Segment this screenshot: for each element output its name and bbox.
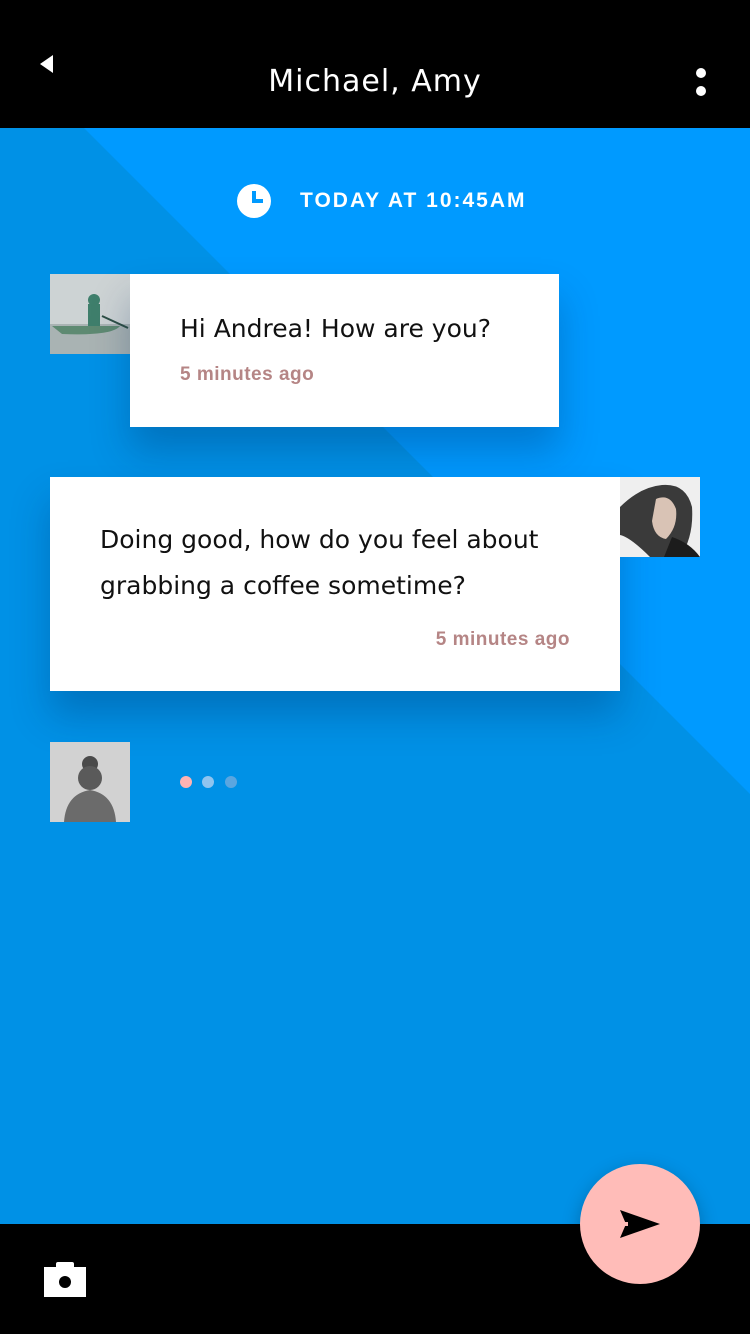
chat-area[interactable]: TODAY AT 10:45AM Hi Andrea! How are you?… xyxy=(0,128,750,1224)
message-time: 5 minutes ago xyxy=(435,629,570,650)
timestamp-row: TODAY AT 10:45AM xyxy=(0,184,750,218)
avatar-woman-long-hair[interactable] xyxy=(620,477,700,557)
top-bar: Michael, Amy xyxy=(0,0,750,128)
message-text-line-2: grabbing a coffee sometime? xyxy=(100,571,466,600)
avatar-man-in-canoe[interactable] xyxy=(50,274,130,354)
message-text: Hi Andrea! How are you? xyxy=(180,314,491,343)
timestamp-label: TODAY AT 10:45AM xyxy=(300,189,527,212)
conversation-title: Michael, Amy xyxy=(268,64,482,99)
message-time: 5 minutes ago xyxy=(180,364,315,385)
typing-dot xyxy=(180,776,192,788)
send-button[interactable] xyxy=(580,1164,700,1284)
avatar-woman-back-view[interactable] xyxy=(50,742,130,822)
more-vertical-icon[interactable] xyxy=(686,60,716,104)
clock-icon xyxy=(237,184,271,218)
camera-icon[interactable] xyxy=(44,1262,86,1298)
message-bubble-incoming[interactable]: Hi Andrea! How are you? 5 minutes ago xyxy=(130,274,559,427)
message-bubble-outgoing[interactable]: Doing good, how do you feel about grabbi… xyxy=(50,477,620,691)
message-text-line-1: Doing good, how do you feel about xyxy=(100,525,539,554)
typing-dot xyxy=(225,776,237,788)
send-icon xyxy=(618,1210,660,1238)
typing-dot xyxy=(202,776,214,788)
